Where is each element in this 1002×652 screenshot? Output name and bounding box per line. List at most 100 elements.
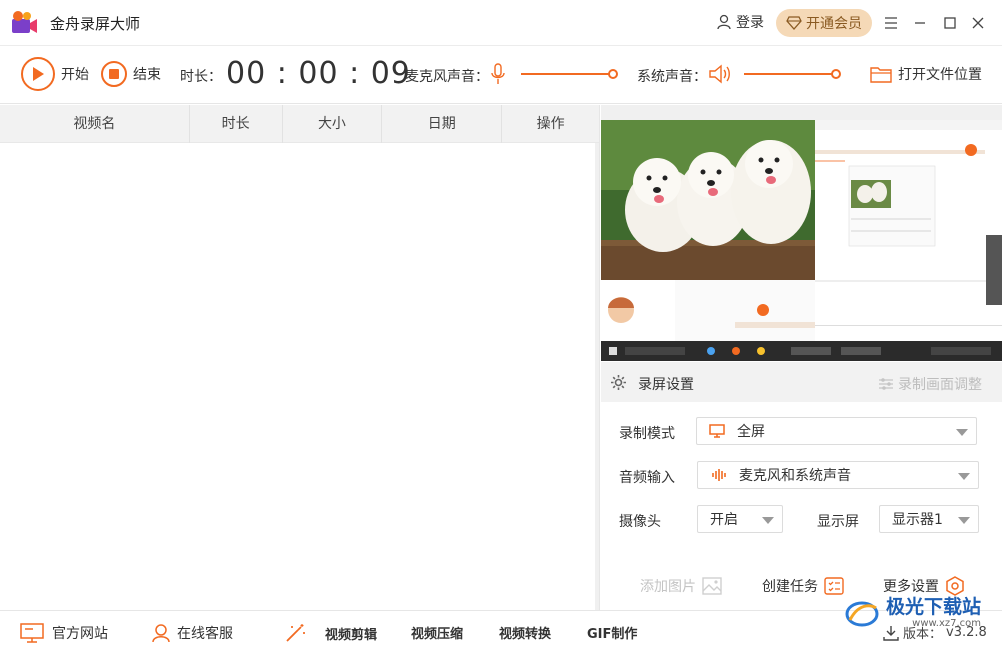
audio-input-label: 音频输入 xyxy=(619,470,675,486)
mic-volume-label: 麦克风声音： xyxy=(405,69,489,85)
download-icon xyxy=(883,625,899,641)
column-header-size[interactable]: 大小 xyxy=(283,105,383,143)
recording-list: 视频名 时长 大小 日期 操作 xyxy=(0,105,600,610)
image-icon xyxy=(702,577,722,595)
preview-taskbar xyxy=(601,341,1002,361)
magic-wand-icon xyxy=(286,624,305,642)
open-folder-button[interactable]: 打开文件位置 xyxy=(870,64,982,84)
chevron-down-icon xyxy=(956,429,968,436)
add-image-label: 添加图片 xyxy=(640,579,696,595)
stop-label: 结束 xyxy=(133,67,161,83)
official-website-button[interactable]: 官方网站 xyxy=(20,623,108,643)
gif-maker-label: GIF制作 xyxy=(587,627,638,642)
settings-panel: 录制模式 全屏 音频输入 麦克风和系统声音 摄像头 开启 显示屏 显示器1 添加… xyxy=(601,402,1002,610)
column-header-duration[interactable]: 时长 xyxy=(190,105,283,143)
monitor-icon xyxy=(709,424,725,438)
version-label: 版本： xyxy=(903,627,943,642)
settings-header: 录屏设置 录制画面调整 xyxy=(601,362,1002,402)
audio-input-value: 麦克风和系统声音 xyxy=(739,468,851,484)
vip-label: 开通会员 xyxy=(806,16,862,32)
video-compress-label: 视频压缩 xyxy=(411,627,464,642)
play-icon xyxy=(21,57,55,91)
monitor-icon xyxy=(20,623,44,643)
stop-button[interactable]: 结束 xyxy=(101,61,161,87)
gear-icon xyxy=(611,375,626,390)
preview-side-toolbar xyxy=(986,235,1002,305)
sound-wave-icon xyxy=(712,469,726,481)
vip-button[interactable]: 开通会员 xyxy=(776,9,872,37)
version-info: 版本： v3.2.8 xyxy=(883,623,987,642)
create-task-button[interactable]: 创建任务 xyxy=(762,576,844,596)
close-icon[interactable] xyxy=(968,13,988,33)
app-logo-icon xyxy=(12,11,37,33)
preview-top-strip xyxy=(601,105,1002,120)
mic-volume-slider[interactable] xyxy=(521,69,618,79)
camera-select[interactable]: 开启 xyxy=(697,505,783,533)
recording-preview xyxy=(601,105,1002,361)
video-compress-button[interactable]: 视频压缩 xyxy=(411,623,463,642)
hexagon-settings-icon xyxy=(946,576,964,596)
settings-title: 录屏设置 xyxy=(638,377,694,393)
maximize-icon[interactable] xyxy=(940,13,960,33)
system-volume-slider[interactable] xyxy=(744,69,841,79)
start-button[interactable]: 开始 xyxy=(21,57,89,91)
preview-screen-capture xyxy=(815,120,1002,341)
login-label: 登录 xyxy=(736,15,764,31)
sliders-icon xyxy=(879,378,893,390)
menu-icon[interactable] xyxy=(881,13,901,33)
user-icon xyxy=(717,14,731,30)
system-volume-label: 系统声音： xyxy=(637,69,707,85)
display-select[interactable]: 显示器1 xyxy=(879,505,979,533)
preview-webcam-area xyxy=(601,280,815,341)
add-image-button[interactable]: 添加图片 xyxy=(640,576,722,596)
chevron-down-icon xyxy=(958,473,970,480)
list-body xyxy=(0,143,596,610)
more-settings-button[interactable]: 更多设置 xyxy=(883,576,965,596)
chevron-down-icon xyxy=(958,517,970,524)
list-header: 视频名 时长 大小 日期 操作 xyxy=(0,105,599,143)
chevron-down-icon xyxy=(762,517,774,524)
preview-dogs-image xyxy=(601,120,815,280)
login-button[interactable]: 登录 xyxy=(716,12,764,32)
minimize-icon[interactable] xyxy=(910,13,930,33)
column-header-date[interactable]: 日期 xyxy=(382,105,503,143)
column-header-actions: 操作 xyxy=(536,116,565,132)
task-list-icon xyxy=(824,577,844,595)
mic-volume-knob[interactable] xyxy=(608,69,618,79)
audio-input-select[interactable]: 麦克风和系统声音 xyxy=(697,461,979,489)
camera-value: 开启 xyxy=(710,512,738,528)
camera-label: 摄像头 xyxy=(619,514,661,530)
bottom-bar: 官方网站 在线客服 视频剪辑 视频压缩 视频转换 GIF制作 版本： v3.2.… xyxy=(0,610,1002,652)
microphone-icon[interactable] xyxy=(491,63,505,85)
system-volume-knob[interactable] xyxy=(831,69,841,79)
list-scrollbar[interactable] xyxy=(595,143,599,610)
diamond-icon xyxy=(786,16,802,30)
speaker-icon[interactable] xyxy=(709,64,731,84)
title-bar: 金舟录屏大师 登录 开通会员 xyxy=(0,0,1002,46)
create-task-label: 创建任务 xyxy=(762,579,818,595)
screen-adjust-label: 录制画面调整 xyxy=(898,377,982,393)
gif-maker-button[interactable]: GIF制作 xyxy=(587,623,637,642)
screen-adjust-button[interactable]: 录制画面调整 xyxy=(878,374,982,394)
record-mode-value: 全屏 xyxy=(737,424,765,440)
folder-icon xyxy=(870,67,892,83)
video-edit-label: 视频剪辑 xyxy=(325,627,378,643)
open-folder-label: 打开文件位置 xyxy=(898,67,982,83)
column-header-name[interactable]: 视频名 xyxy=(0,105,190,143)
duration-value: 00 : 00 : 09 xyxy=(226,56,411,91)
user-support-icon xyxy=(152,624,170,643)
more-settings-label: 更多设置 xyxy=(883,579,939,595)
online-support-label: 在线客服 xyxy=(177,626,233,642)
online-support-button[interactable]: 在线客服 xyxy=(151,623,233,643)
start-label: 开始 xyxy=(61,67,89,83)
record-mode-select[interactable]: 全屏 xyxy=(696,417,977,445)
record-toolbar: 开始 结束 时长： 00 : 00 : 09 麦克风声音： 系统声音： 打开文件… xyxy=(0,46,1002,104)
video-convert-button[interactable]: 视频转换 xyxy=(499,623,551,642)
video-convert-label: 视频转换 xyxy=(499,627,552,642)
record-mode-label: 录制模式 xyxy=(619,426,675,442)
app-title: 金舟录屏大师 xyxy=(50,15,141,33)
video-edit-button[interactable]: 视频剪辑 xyxy=(285,623,377,643)
stop-icon xyxy=(101,61,127,87)
display-value: 显示器1 xyxy=(892,512,943,528)
official-website-label: 官方网站 xyxy=(52,626,108,642)
